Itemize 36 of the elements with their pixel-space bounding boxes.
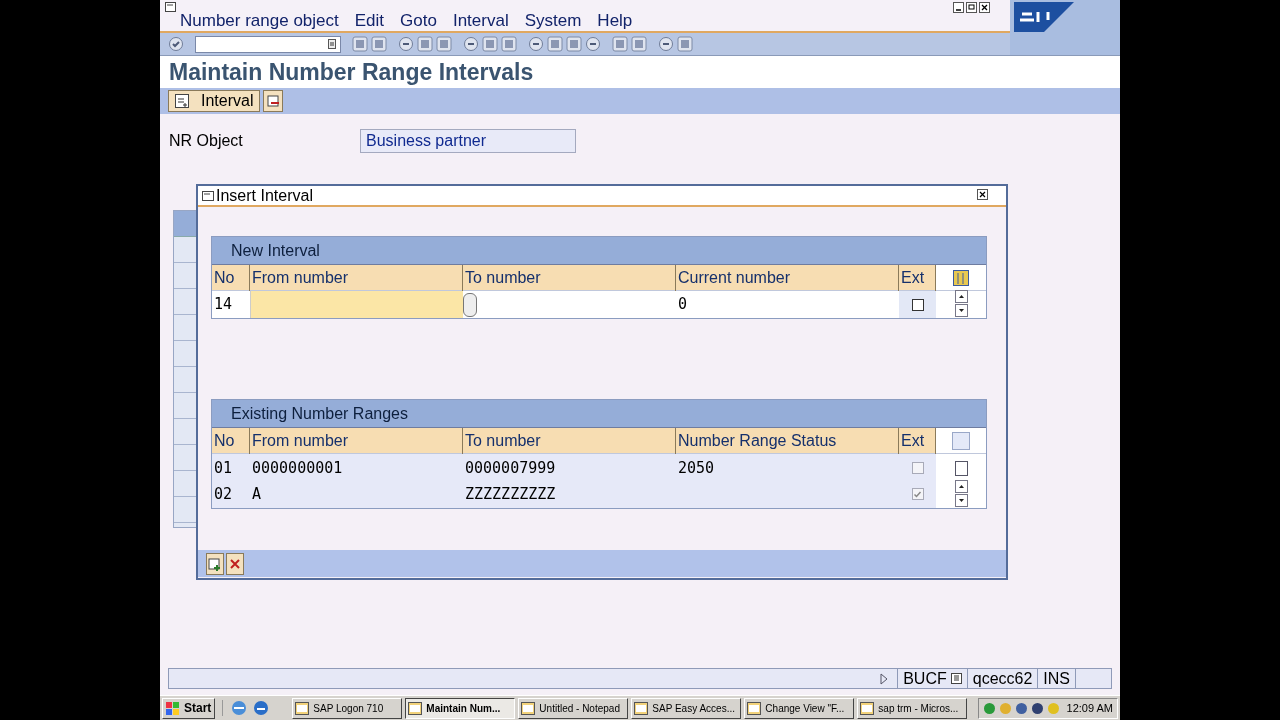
- taskbar-button[interactable]: Change View "F...: [744, 697, 855, 719]
- taskbar-button[interactable]: Untitled - Notepad: [518, 697, 629, 719]
- table-cell-text: 14: [213, 294, 234, 316]
- menu-item[interactable]: Interval: [452, 11, 509, 31]
- menu-item[interactable]: Goto: [400, 11, 437, 31]
- table-cell-text: 2050: [677, 457, 716, 479]
- column-header: To number: [463, 265, 676, 291]
- table-cell-text: 01: [213, 457, 234, 479]
- section-title: Existing Number Ranges: [231, 403, 408, 424]
- screen-title: Maintain Number Range Intervals: [169, 57, 534, 87]
- field-label: NR Object: [169, 131, 244, 151]
- interval-button[interactable]: Interval: [168, 90, 261, 112]
- start-button[interactable]: Start: [162, 697, 216, 719]
- taskbar-button[interactable]: SAP Easy Acces...: [631, 697, 742, 719]
- table-cell-text: A: [251, 483, 263, 505]
- clock-text: 12:09 AM: [1066, 700, 1113, 716]
- menu-item[interactable]: Number range object: [180, 11, 339, 31]
- table-cell-text: 0: [677, 294, 689, 316]
- status-field: qcecc62: [972, 669, 1033, 688]
- taskbar-button[interactable]: Maintain Num...: [405, 697, 516, 719]
- menu-item[interactable]: Edit: [354, 11, 385, 31]
- status-field: BUCF: [903, 669, 947, 688]
- column-header: No: [212, 265, 250, 291]
- table-cell-text: 0000000001: [251, 457, 344, 479]
- table-cell-text: 0000007999: [464, 457, 557, 479]
- dialog-title: Insert Interval: [216, 185, 313, 206]
- status-field: INS: [1043, 669, 1070, 688]
- menu-item[interactable]: System: [524, 11, 582, 31]
- taskbar-button[interactable]: SAP Logon 710: [292, 697, 403, 719]
- section-title: New Interval: [231, 240, 320, 261]
- column-header: Current number: [676, 265, 899, 291]
- table-cell-text: 02: [213, 483, 234, 505]
- taskbar-button[interactable]: sap trm - Micros...: [857, 697, 968, 719]
- menu-item[interactable]: Help: [597, 11, 633, 31]
- table-cell-text: ZZZZZZZZZZ: [464, 483, 557, 505]
- object-field: Business partner: [360, 129, 576, 153]
